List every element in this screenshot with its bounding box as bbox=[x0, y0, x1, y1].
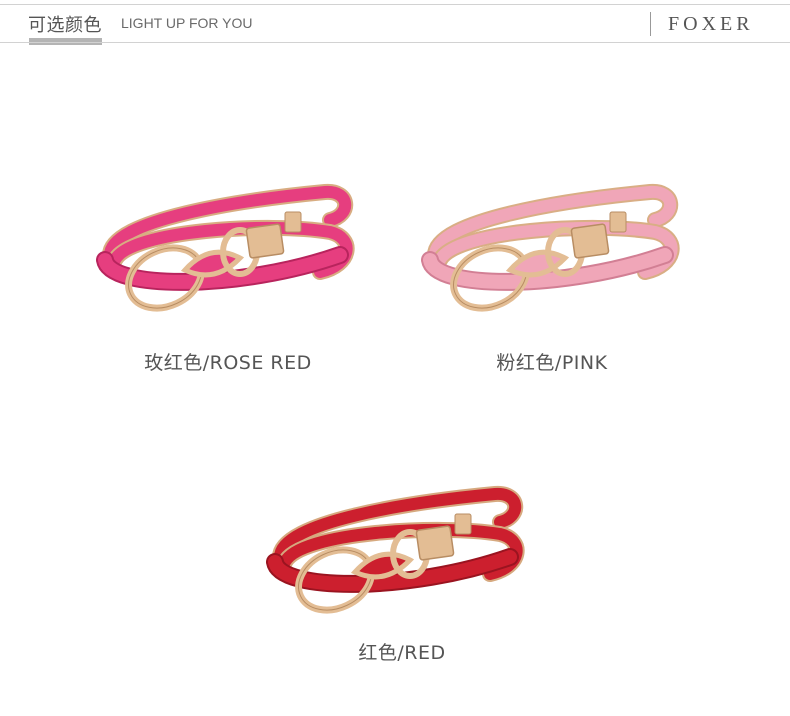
header: 可选颜色 LIGHT UP FOR YOU FOXER bbox=[0, 0, 790, 45]
section-subtitle: LIGHT UP FOR YOU bbox=[121, 15, 253, 31]
brand-logo: FOXER bbox=[668, 13, 754, 35]
product-label-rose-red: 玫红色/ROSE RED bbox=[144, 352, 312, 374]
belt-image-red bbox=[266, 485, 525, 614]
product-pink[interactable] bbox=[415, 160, 685, 330]
brand-divider bbox=[650, 12, 651, 36]
product-red[interactable] bbox=[255, 462, 535, 632]
belt-image-pink bbox=[421, 183, 680, 312]
header-top-rule bbox=[0, 4, 790, 5]
product-label-red: 红色/RED bbox=[358, 642, 446, 664]
belt-image-rose-red bbox=[96, 183, 355, 312]
header-bottom-rule bbox=[0, 42, 790, 43]
product-rose-red[interactable] bbox=[90, 160, 360, 330]
product-label-pink: 粉红色/PINK bbox=[496, 352, 608, 374]
section-title: 可选颜色 bbox=[28, 15, 102, 36]
